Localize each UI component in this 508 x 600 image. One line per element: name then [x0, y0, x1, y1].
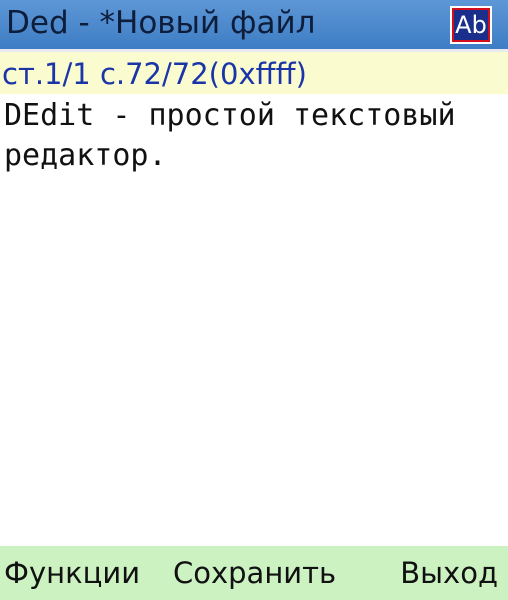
input-mode-indicator: Ab	[450, 6, 492, 44]
softkey-bar: Функции Сохранить Выход	[0, 546, 508, 600]
save-softkey[interactable]: Сохранить	[173, 556, 336, 590]
exit-softkey[interactable]: Выход	[400, 556, 498, 590]
input-mode-label: Ab	[454, 10, 488, 40]
text-editor-area[interactable]: DEdit - простой текстовый редактор.	[0, 94, 508, 546]
window-title: Ded - *Новый файл	[6, 5, 316, 41]
title-bar: Ded - *Новый файл Ab	[0, 0, 508, 52]
status-bar: ст.1/1 с.72/72(0xffff)	[0, 52, 508, 94]
cursor-position-status: ст.1/1 с.72/72(0xffff)	[2, 57, 307, 91]
editor-content[interactable]: DEdit - простой текстовый редактор.	[4, 96, 464, 176]
functions-softkey[interactable]: Функции	[4, 556, 140, 590]
